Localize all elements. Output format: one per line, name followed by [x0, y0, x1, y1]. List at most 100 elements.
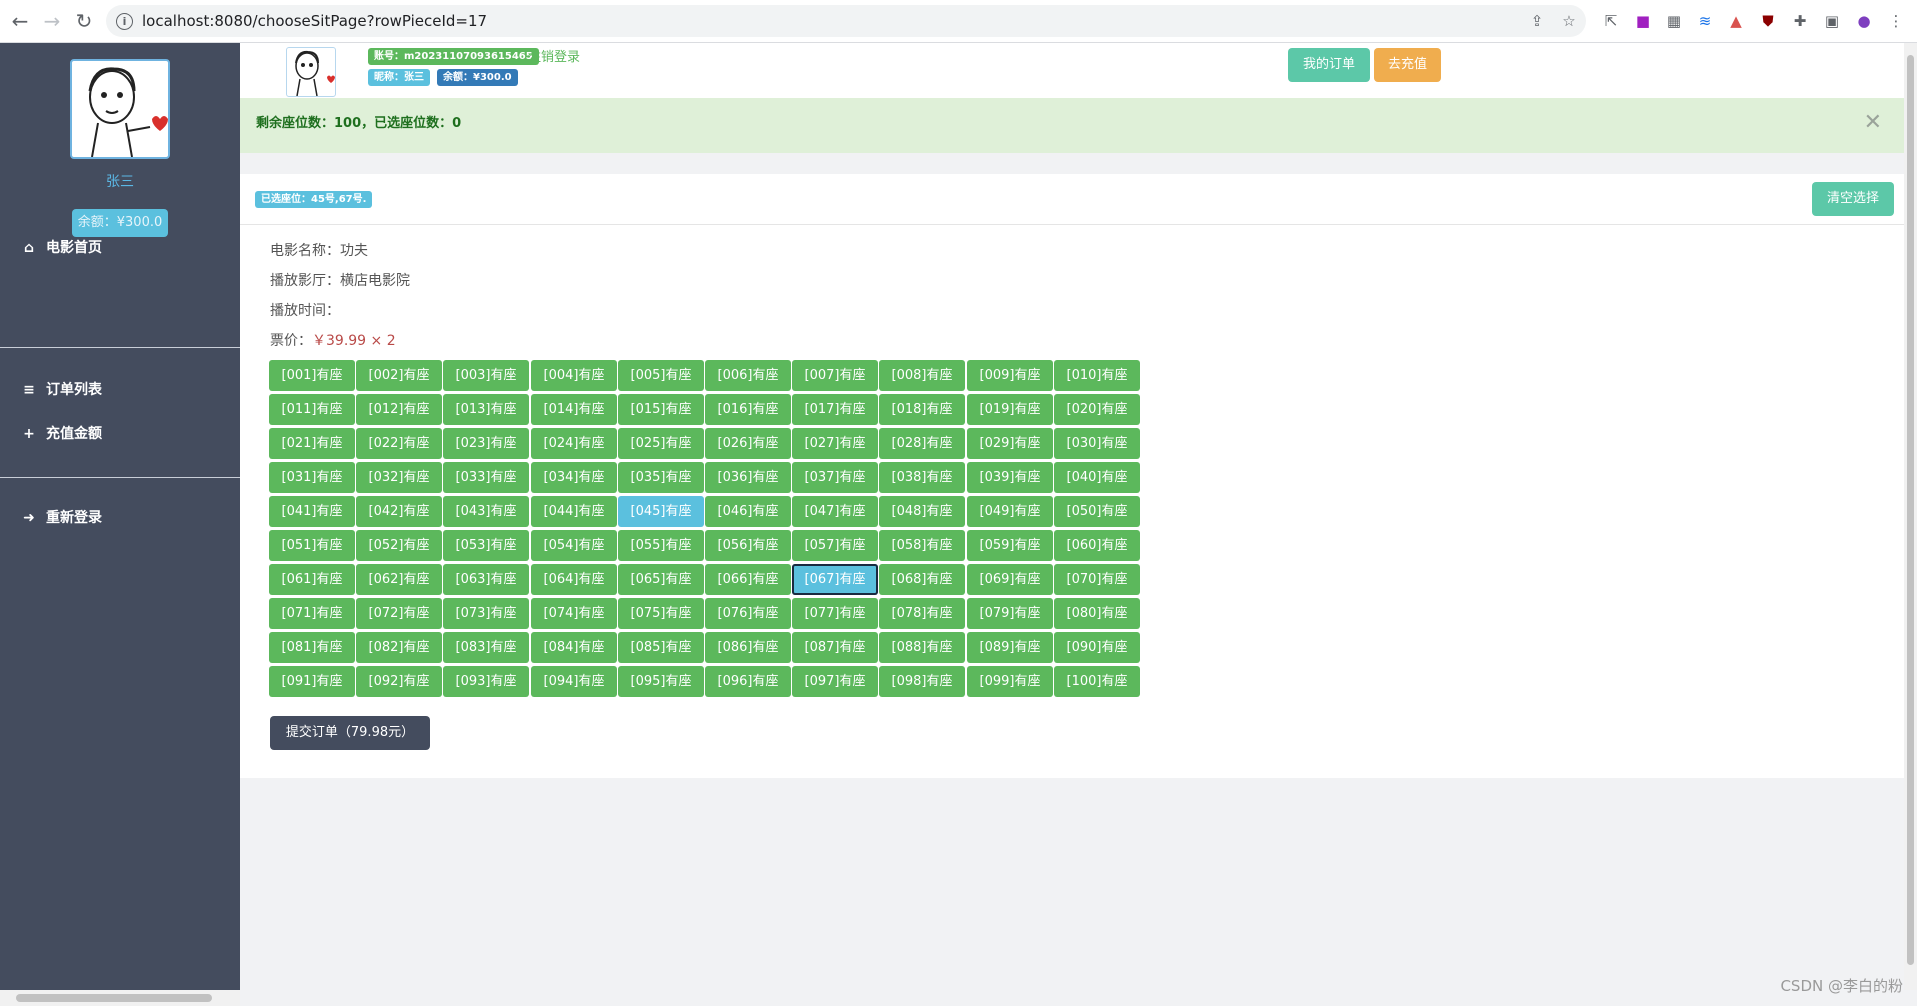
extension-red-icon[interactable]: ▲	[1726, 11, 1746, 31]
seat-button-078[interactable]: [078]有座	[879, 598, 965, 629]
seat-button-083[interactable]: [083]有座	[443, 632, 529, 663]
seat-button-028[interactable]: [028]有座	[879, 428, 965, 459]
seat-button-067[interactable]: [067]有座	[792, 564, 878, 595]
seat-button-074[interactable]: [074]有座	[531, 598, 617, 629]
ublock-icon[interactable]: ⛊	[1758, 11, 1778, 31]
browser-menu-icon[interactable]: ⋮	[1886, 11, 1906, 31]
recharge-button[interactable]: 去充值	[1374, 48, 1441, 82]
seat-button-038[interactable]: [038]有座	[879, 462, 965, 493]
seat-button-039[interactable]: [039]有座	[967, 462, 1053, 493]
seat-button-097[interactable]: [097]有座	[792, 666, 878, 697]
seat-button-036[interactable]: [036]有座	[705, 462, 791, 493]
seat-button-094[interactable]: [094]有座	[531, 666, 617, 697]
forward-icon[interactable]: →	[40, 9, 64, 33]
submit-order-button[interactable]: 提交订单（79.98元）	[270, 716, 430, 750]
seat-button-037[interactable]: [037]有座	[792, 462, 878, 493]
seat-button-084[interactable]: [084]有座	[531, 632, 617, 663]
site-info-icon[interactable]: i	[116, 13, 133, 30]
seat-button-092[interactable]: [092]有座	[356, 666, 442, 697]
seat-button-065[interactable]: [065]有座	[618, 564, 704, 595]
seat-button-057[interactable]: [057]有座	[792, 530, 878, 561]
seat-button-063[interactable]: [063]有座	[443, 564, 529, 595]
seat-button-059[interactable]: [059]有座	[967, 530, 1053, 561]
seat-button-085[interactable]: [085]有座	[618, 632, 704, 663]
seat-button-033[interactable]: [033]有座	[443, 462, 529, 493]
seat-button-005[interactable]: [005]有座	[618, 360, 704, 391]
clear-selection-button[interactable]: 清空选择	[1812, 182, 1894, 216]
seat-button-045[interactable]: [045]有座	[618, 496, 704, 527]
share-icon[interactable]: ⇪	[1527, 11, 1547, 31]
seat-button-095[interactable]: [095]有座	[618, 666, 704, 697]
seat-button-056[interactable]: [056]有座	[705, 530, 791, 561]
seat-button-003[interactable]: [003]有座	[443, 360, 529, 391]
seat-button-079[interactable]: [079]有座	[967, 598, 1053, 629]
seat-button-030[interactable]: [030]有座	[1054, 428, 1140, 459]
seat-button-041[interactable]: [041]有座	[269, 496, 355, 527]
seat-button-023[interactable]: [023]有座	[443, 428, 529, 459]
seat-button-035[interactable]: [035]有座	[618, 462, 704, 493]
seat-button-060[interactable]: [060]有座	[1054, 530, 1140, 561]
sidebar-item-relogin[interactable]: ➜ 重新登录	[0, 500, 240, 536]
extensions-puzzle-icon[interactable]: ✚	[1790, 11, 1810, 31]
seat-button-080[interactable]: [080]有座	[1054, 598, 1140, 629]
extension-cursor-icon[interactable]: ⇱	[1601, 11, 1621, 31]
bookmark-star-icon[interactable]: ☆	[1559, 11, 1579, 31]
sidebar-item-recharge[interactable]: + 充值金额	[0, 416, 240, 452]
reload-icon[interactable]: ↻	[72, 9, 96, 33]
seat-button-048[interactable]: [048]有座	[879, 496, 965, 527]
profile-avatar-icon[interactable]: ●	[1854, 11, 1874, 31]
seat-button-019[interactable]: [019]有座	[967, 394, 1053, 425]
seat-button-053[interactable]: [053]有座	[443, 530, 529, 561]
seat-button-066[interactable]: [066]有座	[705, 564, 791, 595]
seat-button-031[interactable]: [031]有座	[269, 462, 355, 493]
sidebar-item-movie-home[interactable]: ⌂ 电影首页	[0, 230, 240, 266]
seat-button-075[interactable]: [075]有座	[618, 598, 704, 629]
seat-button-017[interactable]: [017]有座	[792, 394, 878, 425]
seat-button-091[interactable]: [091]有座	[269, 666, 355, 697]
seat-button-012[interactable]: [012]有座	[356, 394, 442, 425]
seat-button-032[interactable]: [032]有座	[356, 462, 442, 493]
seat-button-088[interactable]: [088]有座	[879, 632, 965, 663]
vertical-scrollbar[interactable]	[1904, 43, 1917, 990]
seat-button-086[interactable]: [086]有座	[705, 632, 791, 663]
seat-button-001[interactable]: [001]有座	[269, 360, 355, 391]
logout-link[interactable]: 注销登录	[528, 46, 580, 65]
seat-button-027[interactable]: [027]有座	[792, 428, 878, 459]
seat-button-014[interactable]: [014]有座	[531, 394, 617, 425]
my-orders-button[interactable]: 我的订单	[1288, 48, 1370, 82]
close-icon[interactable]: ✕	[1864, 110, 1882, 135]
seat-button-049[interactable]: [049]有座	[967, 496, 1053, 527]
seat-button-082[interactable]: [082]有座	[356, 632, 442, 663]
seat-button-029[interactable]: [029]有座	[967, 428, 1053, 459]
seat-button-009[interactable]: [009]有座	[967, 360, 1053, 391]
seat-button-044[interactable]: [044]有座	[531, 496, 617, 527]
seat-button-015[interactable]: [015]有座	[618, 394, 704, 425]
seat-button-071[interactable]: [071]有座	[269, 598, 355, 629]
seat-button-099[interactable]: [099]有座	[967, 666, 1053, 697]
seat-button-081[interactable]: [081]有座	[269, 632, 355, 663]
seat-button-068[interactable]: [068]有座	[879, 564, 965, 595]
seat-button-002[interactable]: [002]有座	[356, 360, 442, 391]
seat-button-013[interactable]: [013]有座	[443, 394, 529, 425]
seat-button-006[interactable]: [006]有座	[705, 360, 791, 391]
seat-button-096[interactable]: [096]有座	[705, 666, 791, 697]
horizontal-scrollbar[interactable]	[0, 990, 240, 1006]
seat-button-016[interactable]: [016]有座	[705, 394, 791, 425]
seat-button-061[interactable]: [061]有座	[269, 564, 355, 595]
address-bar[interactable]: i localhost:8080/chooseSitPage?rowPieceI…	[106, 5, 1586, 37]
seat-button-026[interactable]: [026]有座	[705, 428, 791, 459]
seat-button-076[interactable]: [076]有座	[705, 598, 791, 629]
seat-button-051[interactable]: [051]有座	[269, 530, 355, 561]
extension-layers-icon[interactable]: ≋	[1695, 11, 1715, 31]
sidebar-user-name[interactable]: 张三	[0, 171, 240, 191]
seat-button-073[interactable]: [073]有座	[443, 598, 529, 629]
extension-store-icon[interactable]: ▦	[1664, 11, 1684, 31]
seat-button-070[interactable]: [070]有座	[1054, 564, 1140, 595]
sidebar-item-order-list[interactable]: ≡ 订单列表	[0, 372, 240, 408]
seat-button-043[interactable]: [043]有座	[443, 496, 529, 527]
seat-button-022[interactable]: [022]有座	[356, 428, 442, 459]
seat-button-011[interactable]: [011]有座	[269, 394, 355, 425]
seat-button-064[interactable]: [064]有座	[531, 564, 617, 595]
seat-button-021[interactable]: [021]有座	[269, 428, 355, 459]
seat-button-046[interactable]: [046]有座	[705, 496, 791, 527]
